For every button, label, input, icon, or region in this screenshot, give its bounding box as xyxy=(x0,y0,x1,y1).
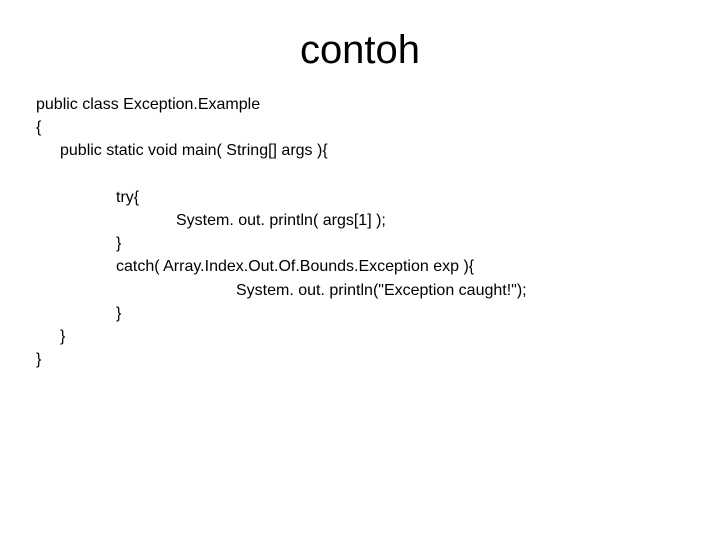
code-line: System. out. println("Exception caught!"… xyxy=(36,279,720,302)
code-line: } xyxy=(36,348,720,371)
code-line: } xyxy=(36,232,720,255)
code-block: public class Exception.Example { public … xyxy=(0,93,720,371)
blank-line xyxy=(36,163,720,186)
code-line: } xyxy=(36,325,720,348)
code-line: catch( Array.Index.Out.Of.Bounds.Excepti… xyxy=(36,255,720,278)
code-line: { xyxy=(36,116,720,139)
code-line: System. out. println( args[1] ); xyxy=(36,209,720,232)
code-line: } xyxy=(36,302,720,325)
slide-title: contoh xyxy=(0,0,720,93)
code-line: public static void main( String[] args )… xyxy=(36,139,720,162)
code-line: try{ xyxy=(36,186,720,209)
code-line: public class Exception.Example xyxy=(36,93,720,116)
